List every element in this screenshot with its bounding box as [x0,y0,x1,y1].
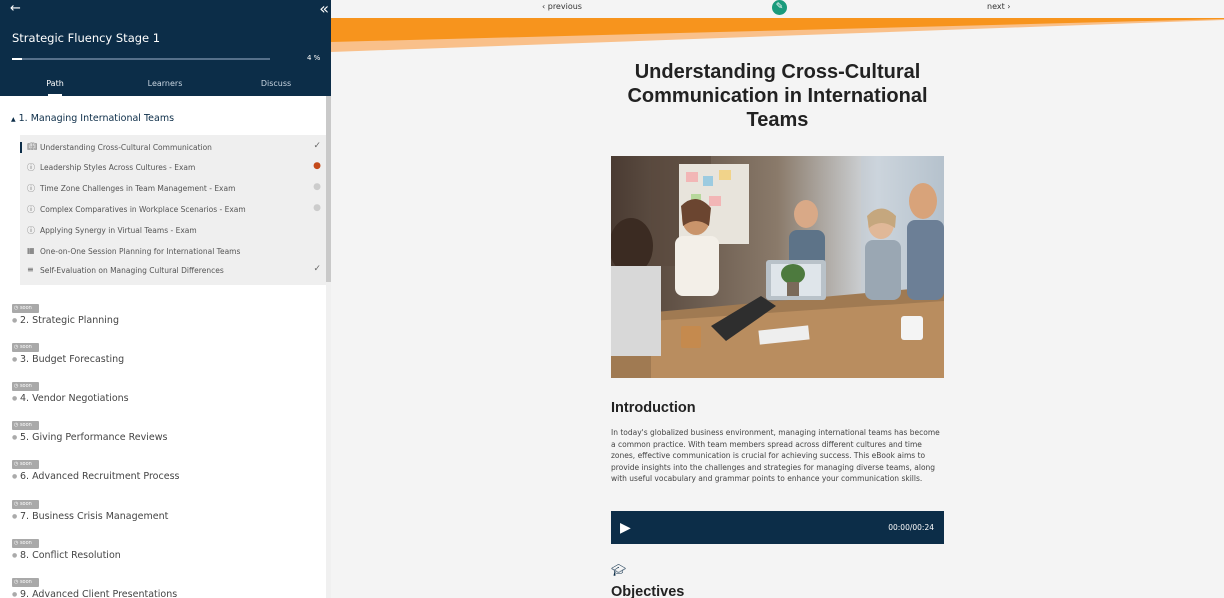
checklist-icon: ≡ [27,265,34,274]
page-title: Understanding Cross-Cultural Communicati… [627,61,928,131]
lesson-content: Understanding Cross-Cultural Communicati… [611,60,944,598]
lesson-item[interactable]: ⓘ Complex Comparatives in Workplace Scen… [20,202,326,222]
section-heading-objectives: Objectives [611,584,685,598]
module-upcoming[interactable]: ◷ soon ● 9. Advanced Client Presentation… [12,578,312,598]
sidebar-tabs: Path Learners Discuss [0,78,331,96]
soon-badge: ◷ soon [12,304,39,313]
soon-badge: ◷ soon [12,539,39,548]
course-title: Strategic Fluency Stage 1 [12,31,161,45]
next-link[interactable]: next › [987,2,1010,11]
lesson-item[interactable]: 📖︎ Understanding Cross-Cultural Communic… [20,140,326,160]
soon-badge: ◷ soon [12,578,39,587]
lesson-item[interactable]: ⓘ Time Zone Challenges in Team Managemen… [20,181,326,201]
active-lesson-indicator [20,142,22,153]
lesson-item[interactable]: ▦ One-on-One Session Planning for Intern… [20,244,326,264]
course-progress-label: 4 % [307,54,321,62]
module-title: 5. Giving Performance Reviews [20,432,168,443]
check-icon: ✓ [313,141,321,151]
tab-discuss[interactable]: Discuss [261,79,291,88]
module-title: 1. Managing International Teams [18,113,175,124]
lesson-list: 📖︎ Understanding Cross-Cultural Communic… [20,135,326,285]
module-title: 8. Conflict Resolution [20,550,121,561]
module-title: 7. Business Crisis Management [20,511,169,522]
module-upcoming[interactable]: ◷ soon ● 8. Conflict Resolution [12,539,312,569]
lesson-label: Applying Synergy in Virtual Teams - Exam [40,226,197,235]
introduction-paragraph: In today's globalized business environme… [611,428,940,483]
decorative-banner [331,18,1224,52]
module-upcoming[interactable]: ◷ soon ● 4. Vendor Negotiations [12,382,312,412]
soon-badge: ◷ soon [12,500,39,509]
tab-learners[interactable]: Learners [148,79,183,88]
pending-dot-icon: ● [313,203,321,213]
lesson-item[interactable]: ⓘ Applying Synergy in Virtual Teams - Ex… [20,223,326,243]
question-icon: ⓘ [27,163,35,172]
module-upcoming[interactable]: ◷ soon ● 3. Budget Forecasting [12,343,312,373]
business-team-meeting-photo [611,156,944,378]
module-title: 9. Advanced Client Presentations [20,589,178,598]
module-upcoming[interactable]: ◷ soon ● 2. Strategic Planning [12,304,312,334]
module-upcoming[interactable]: ◷ soon ● 7. Business Crisis Management [12,500,312,530]
lesson-label: Self-Evaluation on Managing Cultural Dif… [40,266,224,275]
module-upcoming[interactable]: ◷ soon ● 6. Advanced Recruitment Process [12,460,312,490]
active-tab-indicator [48,94,62,96]
check-icon: ✓ [313,264,321,274]
sidebar: ← ‹‹ Strategic Fluency Stage 1 4 % Path … [0,0,331,598]
module-title: 4. Vendor Negotiations [20,393,129,404]
previous-link[interactable]: ‹ previous [542,2,582,11]
question-icon: ⓘ [27,205,35,214]
section-heading-introduction: Introduction [611,400,696,416]
lesson-label: Time Zone Challenges in Team Management … [40,184,236,193]
double-chevron-left-icon[interactable]: ‹‹ [319,0,329,18]
lesson-label: One-on-One Session Planning for Internat… [40,247,241,256]
course-progress-fill [12,58,23,60]
module-current[interactable]: ▲ 1. Managing International Teams [11,113,174,124]
soon-badge: ◷ soon [12,382,39,391]
lesson-item[interactable]: ⓘ Leadership Styles Across Cultures - Ex… [20,160,326,180]
pencil-icon[interactable]: ✎ [772,0,787,15]
question-icon: ⓘ [27,226,35,235]
module-title: 2. Strategic Planning [20,315,119,326]
soon-badge: ◷ soon [12,421,39,430]
lesson-label: Understanding Cross-Cultural Communicati… [40,143,212,152]
audio-player: ▶ 00:00/00:24 [611,511,944,544]
question-icon: ⓘ [27,184,35,193]
tab-path[interactable]: Path [46,79,64,88]
arrow-left-icon[interactable]: ← [10,1,21,16]
caret-up-icon: ▲ [11,116,16,123]
module-upcoming[interactable]: ◷ soon ● 5. Giving Performance Reviews [12,421,312,451]
soon-badge: ◷ soon [12,460,39,469]
soon-badge: ◷ soon [12,343,39,352]
graduation-cap-icon: 🎓︎ [611,563,627,577]
pending-dot-icon: ● [313,182,321,192]
audio-time: 00:00/00:24 [888,523,934,532]
lesson-label: Leadership Styles Across Cultures - Exam [40,163,196,172]
calendar-icon: ▦ [27,246,35,255]
main-content: ‹ previous ✎ next › Understanding Cross-… [331,0,1224,598]
sidebar-header: ← ‹‹ Strategic Fluency Stage 1 4 % Path … [0,0,331,96]
play-icon[interactable]: ▶ [620,520,631,536]
in-progress-dot-icon: ● [313,161,321,171]
course-progress-bar [12,58,270,60]
book-icon: 📖︎ [27,142,38,151]
module-title: 6. Advanced Recruitment Process [20,471,180,482]
lesson-label: Complex Comparatives in Workplace Scenar… [40,205,246,214]
lesson-item[interactable]: ≡ Self-Evaluation on Managing Cultural D… [20,263,326,283]
module-title: 3. Budget Forecasting [20,354,125,365]
